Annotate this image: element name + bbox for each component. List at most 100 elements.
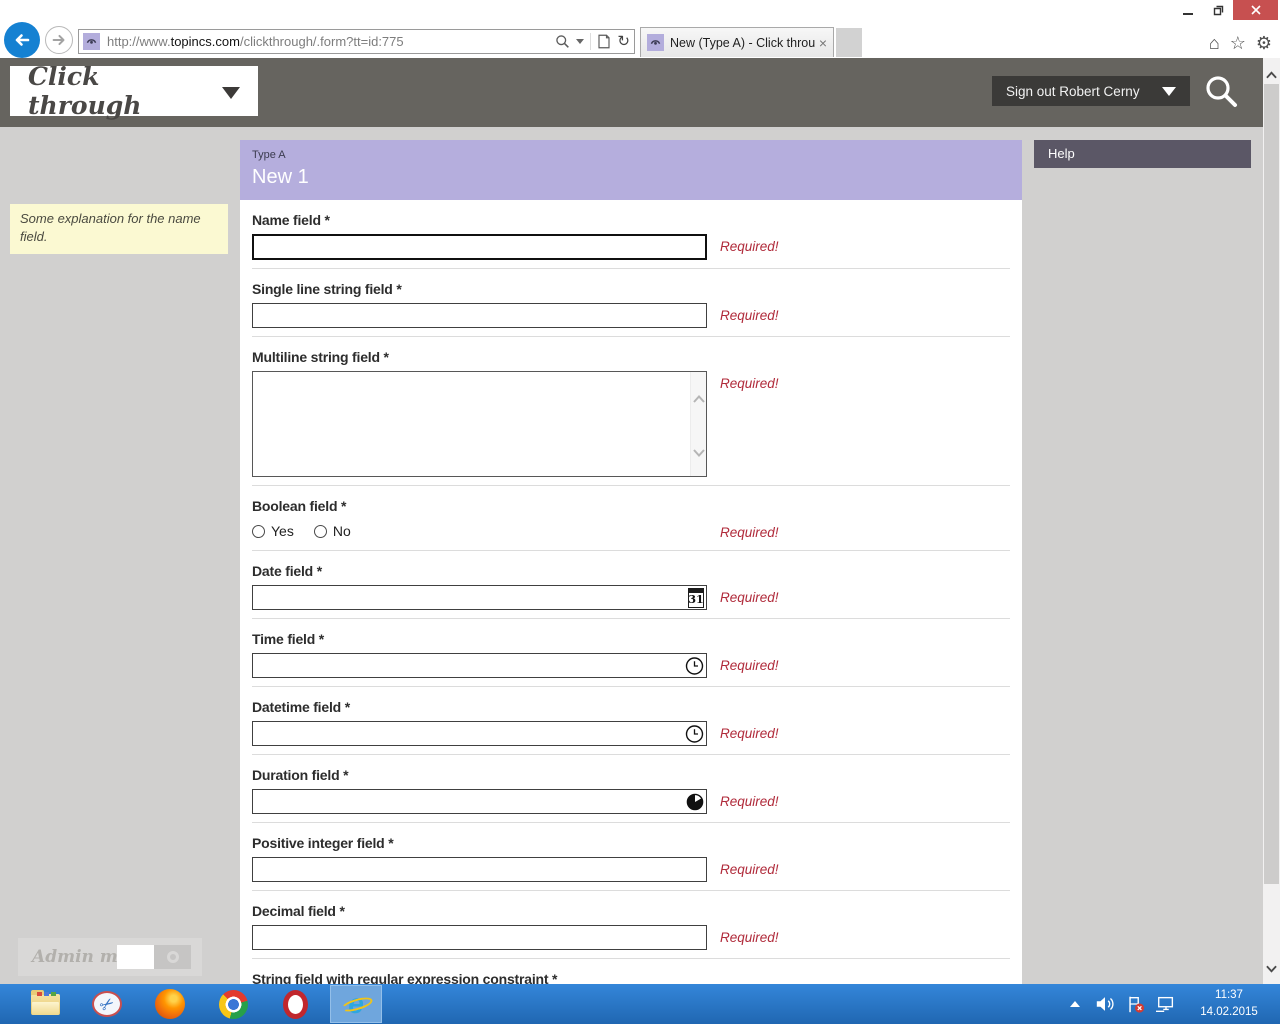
app-logo-menu[interactable]: Click through <box>10 66 258 116</box>
action-center-flag-icon[interactable] <box>1125 994 1146 1014</box>
required-message: Required! <box>720 794 779 809</box>
back-icon <box>12 30 32 50</box>
admin-mode-toggle[interactable] <box>117 945 191 969</box>
minimize-icon <box>1183 13 1193 15</box>
field-label: Date field * <box>252 563 1010 579</box>
admin-mode-panel: Admin mode <box>18 938 202 976</box>
form-row: Duration field * Required! <box>252 755 1010 823</box>
tab-close-icon[interactable]: × <box>819 35 827 51</box>
multiline-text-input[interactable] <box>252 371 707 477</box>
search-icon[interactable] <box>555 34 570 49</box>
firefox-icon[interactable] <box>153 988 187 1020</box>
browser-tab[interactable]: New (Type A) - Click through × <box>640 27 834 57</box>
field-label: Datetime field * <box>252 699 1010 715</box>
snipping-tool-icon[interactable]: ✂ <box>90 988 124 1020</box>
forward-button[interactable] <box>45 26 73 54</box>
signout-button[interactable]: Sign out Robert Cerny <box>992 76 1190 106</box>
radio-label: No <box>333 523 351 539</box>
radio-button-icon[interactable] <box>314 525 327 538</box>
scroll-up-icon[interactable] <box>1266 66 1277 84</box>
time-picker-icon[interactable] <box>685 724 704 743</box>
form-row: Positive integer field *Required! <box>252 823 1010 891</box>
field-label: Duration field * <box>252 767 1010 783</box>
form-row: String field with regular expression con… <box>252 959 1010 984</box>
header-search-button[interactable] <box>1202 73 1240 116</box>
form-row: Date field * 31 Required! <box>252 551 1010 619</box>
address-bar[interactable]: http://www.topincs.com/clickthrough/.for… <box>78 29 635 54</box>
opera-icon[interactable] <box>278 988 312 1020</box>
restore-button[interactable] <box>1203 0 1233 20</box>
required-message: Required! <box>720 376 779 391</box>
minimize-button[interactable] <box>1173 0 1203 20</box>
chrome-icon[interactable] <box>216 988 250 1020</box>
text-input[interactable] <box>252 303 707 328</box>
radio-option-yes[interactable]: Yes <box>252 523 294 539</box>
compatibility-icon[interactable] <box>597 34 611 49</box>
radio-group: Yes No <box>252 520 1010 542</box>
page-content: Type A New 1 Help Some explanation for t… <box>0 127 1280 984</box>
field-label: Time field * <box>252 631 1010 647</box>
taskbar-clock[interactable]: 11:37 14.02.2015 <box>1186 987 1272 1020</box>
signout-dropdown-icon <box>1162 87 1176 96</box>
refresh-icon[interactable]: ↻ <box>617 34 630 49</box>
form-banner: Type A New 1 <box>240 140 1022 200</box>
radio-button-icon[interactable] <box>252 525 265 538</box>
field-label: Name field * <box>252 212 1010 228</box>
time-picker-icon[interactable] <box>685 656 704 675</box>
restore-icon <box>1212 4 1225 17</box>
internet-explorer-taskbar-button[interactable]: e <box>330 985 382 1023</box>
form-rows: Name field *Required!Single line string … <box>240 200 1022 984</box>
field-label: Single line string field * <box>252 281 1010 297</box>
back-button[interactable] <box>4 22 40 58</box>
help-button[interactable]: Help <box>1034 140 1251 168</box>
logo-dropdown-icon <box>222 87 240 99</box>
text-input[interactable] <box>252 789 707 814</box>
search-icon <box>1202 73 1240 111</box>
field-label: Decimal field * <box>252 903 1010 919</box>
scroll-down-icon[interactable] <box>693 444 705 462</box>
tab-title: New (Type A) - Click through <box>670 36 815 50</box>
form-row: Name field *Required! <box>252 200 1010 269</box>
site-favicon-icon <box>83 33 100 50</box>
text-input[interactable]: 31 <box>252 585 707 610</box>
volume-icon[interactable] <box>1094 994 1116 1014</box>
form-row: Time field * Required! <box>252 619 1010 687</box>
form-row: Multiline string field * Required! <box>252 337 1010 486</box>
type-label: Type A <box>252 149 1010 161</box>
close-icon <box>1250 4 1262 16</box>
scroll-down-icon[interactable] <box>1266 960 1277 978</box>
network-icon[interactable] <box>1155 994 1177 1014</box>
calendar-picker-icon[interactable]: 31 <box>688 588 704 608</box>
text-input[interactable] <box>252 653 707 678</box>
form-row: Single line string field *Required! <box>252 269 1010 337</box>
text-input[interactable] <box>252 721 707 746</box>
radio-option-no[interactable]: No <box>314 523 351 539</box>
file-explorer-icon[interactable] <box>28 988 62 1020</box>
required-message: Required! <box>720 658 779 673</box>
text-input[interactable] <box>252 925 707 950</box>
favorites-star-icon[interactable]: ☆ <box>1230 34 1246 52</box>
textarea-scrollbar[interactable] <box>690 372 706 476</box>
forward-icon <box>50 31 68 49</box>
new-tab-button[interactable] <box>836 28 862 57</box>
required-message: Required! <box>720 590 779 605</box>
signout-label: Sign out Robert Cerny <box>1006 84 1140 99</box>
text-input[interactable] <box>252 234 707 260</box>
scrollbar-thumb[interactable] <box>1264 84 1279 884</box>
text-input[interactable] <box>252 857 707 882</box>
tray-expand-icon[interactable] <box>1070 1001 1080 1007</box>
settings-gear-icon[interactable]: ⚙ <box>1256 34 1272 52</box>
form-panel: Name field *Required!Single line string … <box>240 200 1022 984</box>
home-icon[interactable]: ⌂ <box>1209 34 1220 52</box>
toggle-off-icon <box>167 951 179 963</box>
clock-time: 11:37 <box>1186 987 1272 1004</box>
url-text[interactable]: http://www.topincs.com/clickthrough/.for… <box>107 34 555 49</box>
duration-picker-icon[interactable] <box>686 793 704 811</box>
close-button[interactable] <box>1233 0 1278 20</box>
required-message: Required! <box>720 726 779 741</box>
vertical-scrollbar[interactable] <box>1263 58 1280 984</box>
field-label: Multiline string field * <box>252 349 1010 365</box>
scroll-up-icon[interactable] <box>693 390 705 408</box>
search-dropdown-icon[interactable] <box>576 39 584 44</box>
field-explanation-note: Some explanation for the name field. <box>10 204 228 254</box>
